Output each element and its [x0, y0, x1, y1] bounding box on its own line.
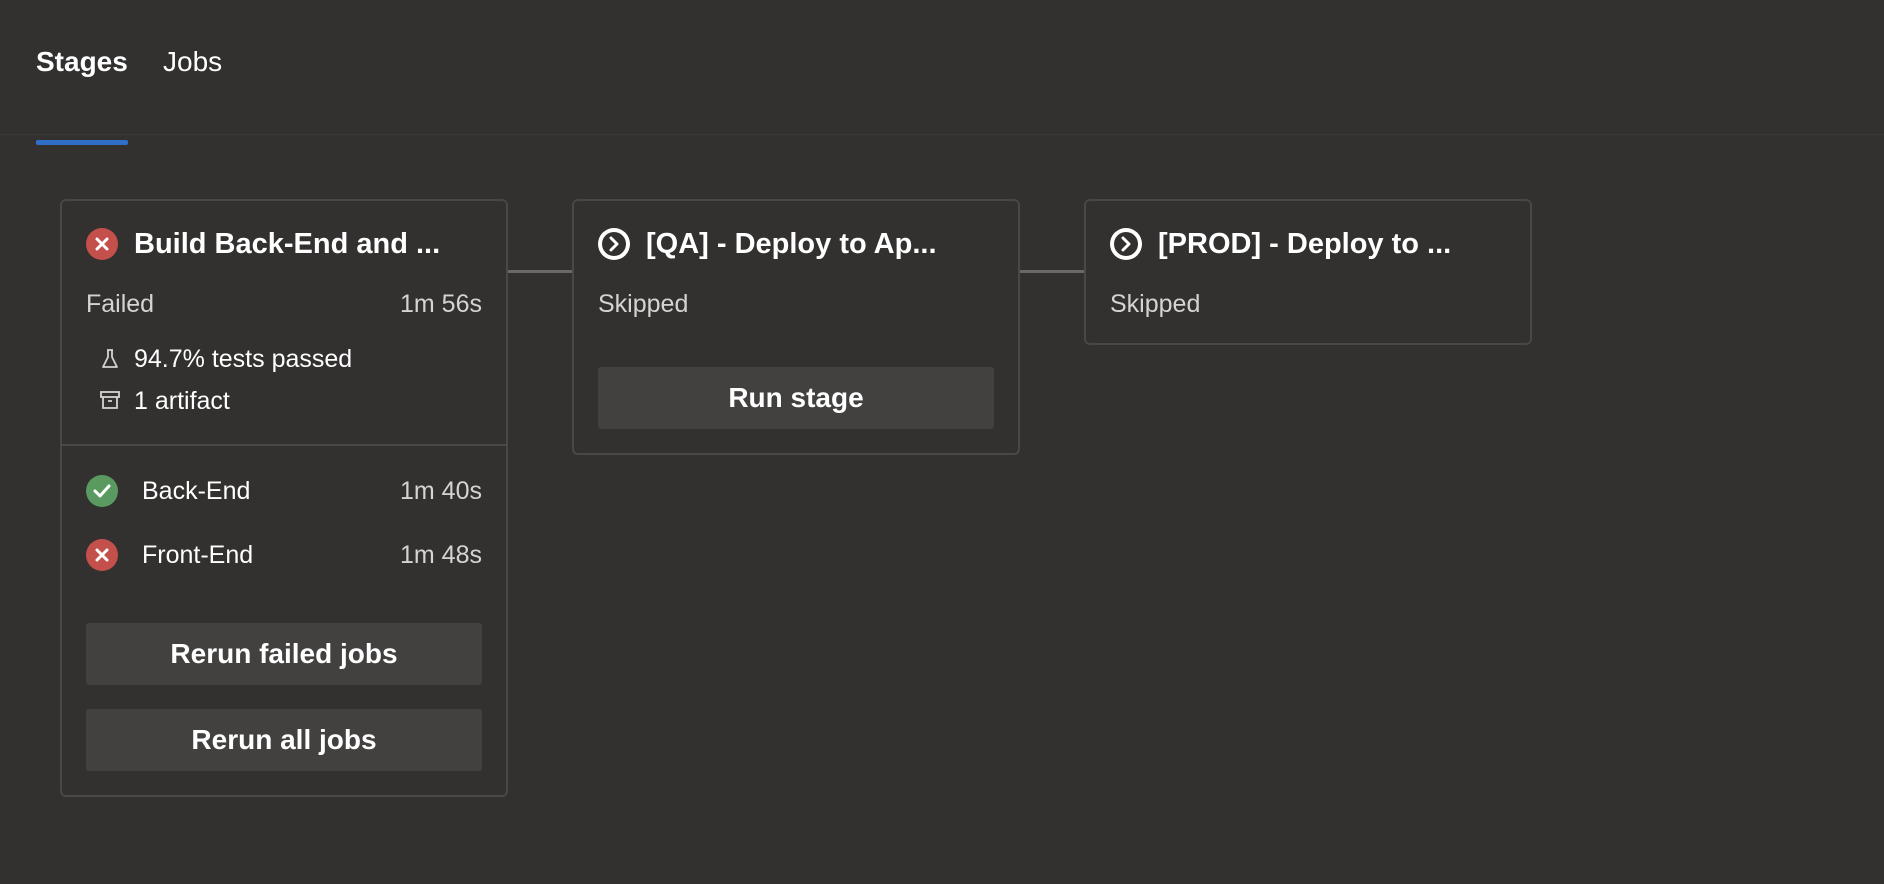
error-circle-icon — [86, 539, 118, 571]
stage-connector — [507, 270, 573, 273]
skipped-chevron-icon — [1110, 228, 1142, 260]
stage-title[interactable]: Build Back-End and ... — [134, 224, 440, 264]
stage-title[interactable]: [QA] - Deploy to Ap... — [646, 224, 937, 264]
job-duration: 1m 40s — [400, 477, 482, 505]
rerun-failed-jobs-button[interactable]: Rerun failed jobs — [86, 623, 482, 685]
stage-title[interactable]: [PROD] - Deploy to ... — [1158, 224, 1451, 264]
tab-bar: Stages Jobs — [0, 0, 1884, 145]
job-name-back-end[interactable]: Back-End — [142, 475, 250, 507]
tab-stages[interactable]: Stages — [36, 44, 128, 145]
tab-jobs[interactable]: Jobs — [163, 44, 222, 104]
active-tab-indicator — [36, 140, 128, 145]
artifacts-link[interactable]: 1 artifact — [134, 385, 230, 417]
success-check-icon — [86, 475, 118, 507]
rerun-all-jobs-button[interactable]: Rerun all jobs — [86, 709, 482, 771]
error-circle-icon — [86, 228, 118, 260]
stage-card-prod[interactable] — [1084, 199, 1532, 345]
stage-connector — [1019, 270, 1085, 273]
artifact-icon — [98, 388, 122, 412]
flask-icon — [98, 347, 122, 371]
tests-passed[interactable]: 94.7% tests passed — [134, 343, 352, 375]
job-name-front-end[interactable]: Front-End — [142, 539, 253, 571]
job-duration: 1m 48s — [400, 541, 482, 569]
divider — [62, 444, 506, 446]
stage-duration: 1m 56s — [400, 290, 482, 318]
stage-status: Skipped — [598, 290, 689, 318]
stage-status: Skipped — [1110, 290, 1201, 318]
stage-status: Failed — [86, 290, 155, 318]
run-stage-button[interactable]: Run stage — [598, 367, 994, 429]
tab-jobs-label: Jobs — [163, 46, 223, 77]
skipped-chevron-icon — [598, 228, 630, 260]
tab-stages-label: Stages — [36, 46, 128, 77]
